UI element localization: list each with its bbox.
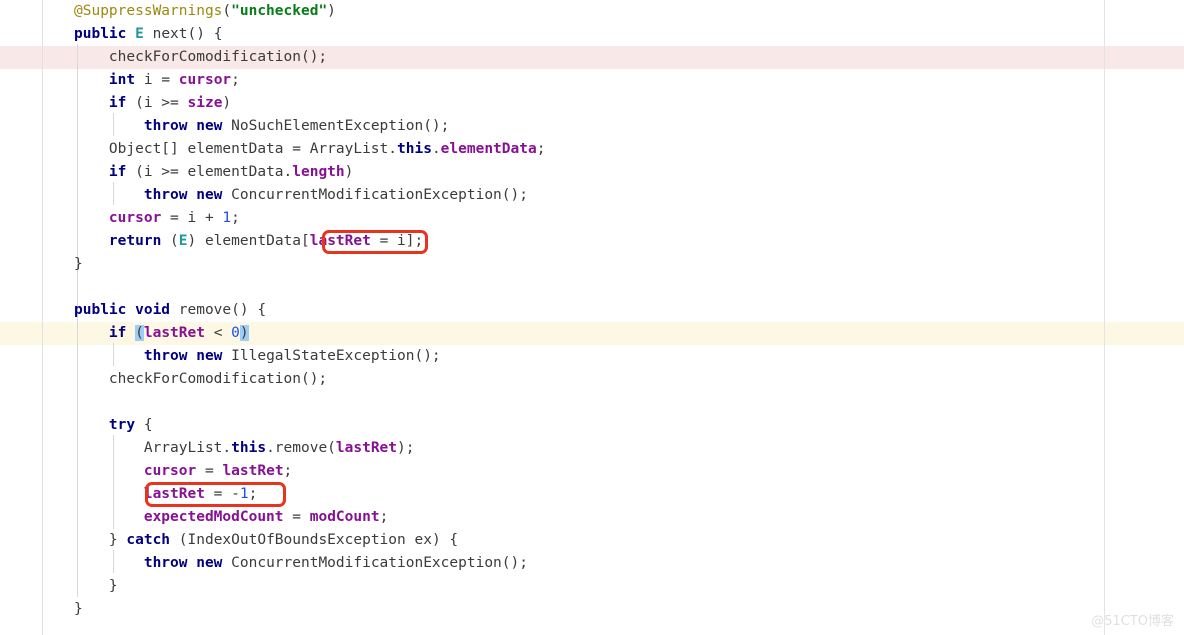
code-line[interactable]: checkForComodification(); (0, 46, 1184, 69)
code-line[interactable]: } (0, 575, 1184, 598)
code-line[interactable]: ArrayList.this.remove(lastRet); (0, 437, 1184, 460)
token-annotation: @SuppressWarnings (74, 3, 223, 19)
code-line[interactable]: int i = cursor; (0, 69, 1184, 92)
code-line[interactable]: } (0, 598, 1184, 621)
code-line[interactable]: throw new ConcurrentModificationExceptio… (0, 552, 1184, 575)
code-text-layer[interactable]: @SuppressWarnings("unchecked") public E … (0, 0, 1184, 621)
code-line[interactable] (0, 391, 1184, 414)
code-line[interactable]: throw new IllegalStateException(); (0, 345, 1184, 368)
code-line[interactable]: throw new ConcurrentModificationExceptio… (0, 184, 1184, 207)
code-line[interactable]: return (E) elementData[lastRet = i]; (0, 230, 1184, 253)
code-line[interactable]: } catch (IndexOutOfBoundsException ex) { (0, 529, 1184, 552)
code-line[interactable]: expectedModCount = modCount; (0, 506, 1184, 529)
code-line[interactable]: cursor = lastRet; (0, 460, 1184, 483)
code-line[interactable]: if (i >= elementData.length) (0, 161, 1184, 184)
brace-match-close: ) (239, 325, 249, 341)
code-line[interactable]: Object[] elementData = ArrayList.this.el… (0, 138, 1184, 161)
code-line[interactable]: if (i >= size) (0, 92, 1184, 115)
code-line[interactable]: cursor = i + 1; (0, 207, 1184, 230)
code-line[interactable]: } (0, 253, 1184, 276)
code-line[interactable]: public E next() { (0, 23, 1184, 46)
code-line[interactable]: throw new NoSuchElementException(); (0, 115, 1184, 138)
brace-match-open: ( (135, 325, 144, 341)
code-line[interactable]: @SuppressWarnings("unchecked") (0, 0, 1184, 23)
code-line[interactable]: checkForComodification(); (0, 368, 1184, 391)
code-line[interactable]: if (lastRet < 0) (0, 322, 1184, 345)
code-line[interactable]: try { (0, 414, 1184, 437)
code-line[interactable]: lastRet = -1; (0, 483, 1184, 506)
watermark: @51CTO博客 (1091, 614, 1174, 629)
code-line[interactable]: public void remove() { (0, 299, 1184, 322)
code-editor-pane: @SuppressWarnings("unchecked") public E … (0, 0, 1184, 635)
code-line[interactable] (0, 276, 1184, 299)
